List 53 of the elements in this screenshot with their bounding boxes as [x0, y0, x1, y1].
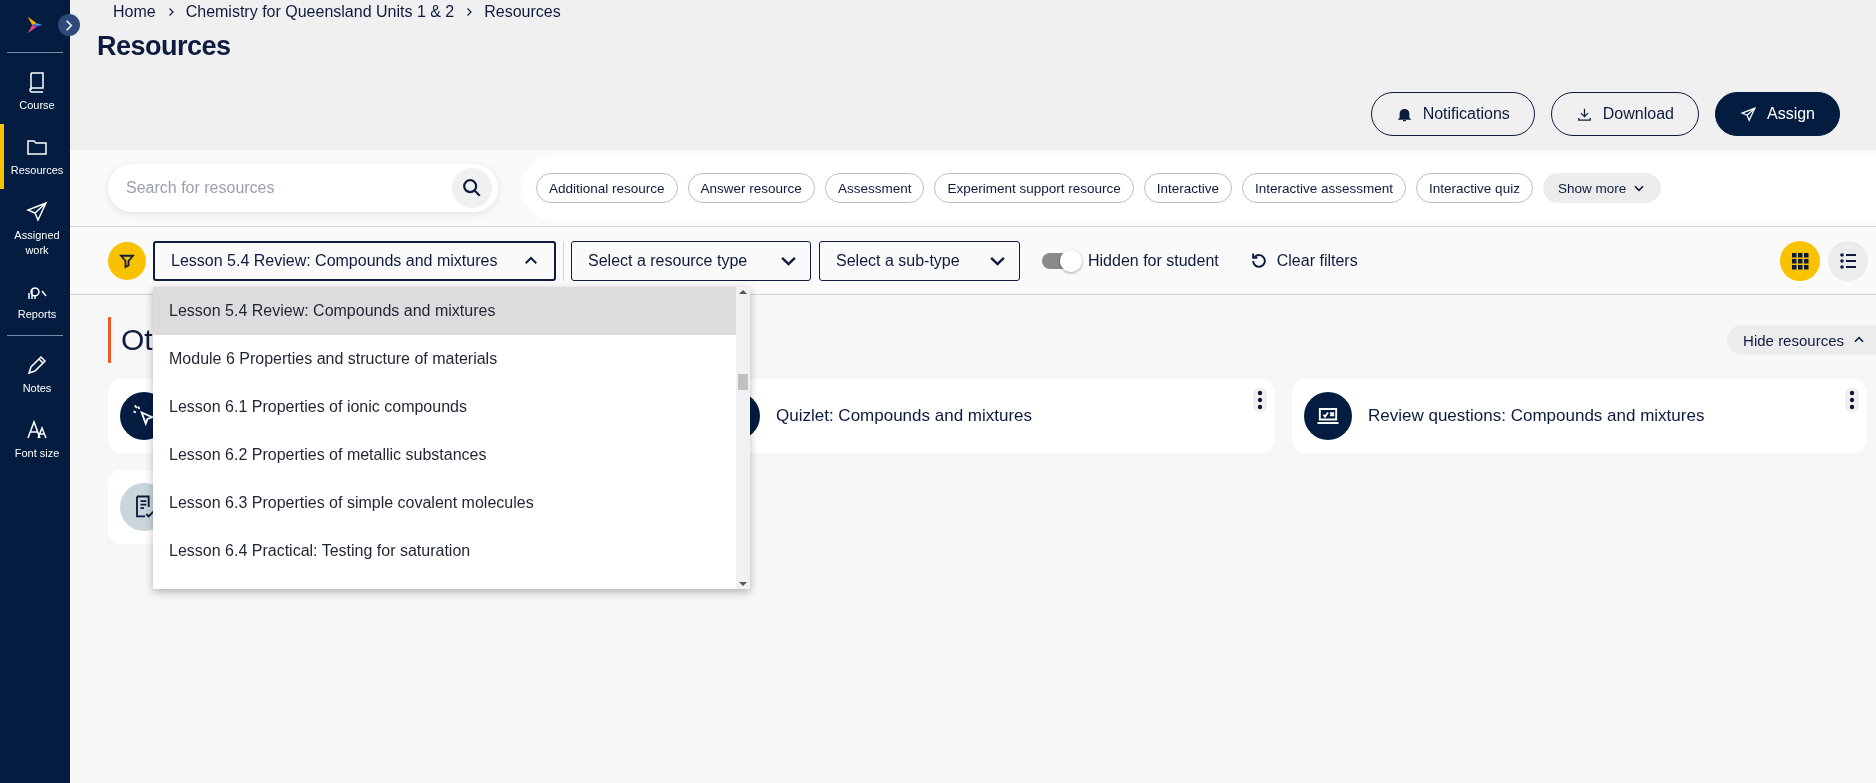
list-icon: [1839, 251, 1857, 270]
sidebar-nav-item[interactable]: Course: [0, 59, 70, 124]
chevron-down-icon: [990, 255, 1005, 266]
chevron-down-icon: [781, 255, 796, 266]
more-options-icon[interactable]: [1845, 387, 1859, 413]
scrollbar-thumb[interactable]: [738, 373, 748, 390]
hide-resources-button[interactable]: Hide resources: [1727, 325, 1876, 355]
page-title: Resources: [97, 31, 232, 62]
filter-chip[interactable]: Assessment: [824, 173, 925, 203]
sidebar-nav-item[interactable]: Assigned work: [0, 188, 70, 269]
filter-chip[interactable]: Additional resource: [536, 173, 678, 203]
filter-chip[interactable]: Interactive assessment: [1242, 173, 1407, 203]
search-bar[interactable]: Search for resources: [108, 164, 498, 212]
scroll-down-icon[interactable]: [739, 581, 747, 586]
resource-type-select[interactable]: Select a resource type: [571, 240, 811, 281]
section-title: Ot: [108, 317, 153, 363]
dropdown-option[interactable]: Lesson 6.4 Practical: Testing for saturation: [153, 526, 736, 575]
breadcrumb-link[interactable]: Chemistry for Queensland Units 1 & 2: [185, 3, 455, 21]
resource-card[interactable]: Review questions: Compounds and mixtures: [1292, 379, 1867, 453]
list-view-button[interactable]: [1828, 240, 1868, 281]
grid-view-button[interactable]: [1780, 240, 1820, 281]
chevron-right-icon: [65, 19, 73, 31]
lesson-select[interactable]: Lesson 5.4 Review: Compounds and mixtures: [153, 240, 556, 281]
breadcrumb-link[interactable]: Home: [113, 3, 156, 21]
sidebar-nav-item[interactable]: Reports: [0, 268, 70, 334]
toggle-label: Hidden for student: [1088, 251, 1219, 270]
expand-sidebar-button[interactable]: [58, 14, 80, 36]
search-icon[interactable]: [452, 168, 492, 208]
paper-plane-icon: [1739, 105, 1757, 123]
breadcrumb-link[interactable]: Resources: [484, 3, 561, 21]
search-field[interactable]: Search for resources: [124, 164, 452, 212]
show-more-button[interactable]: Show more: [1542, 173, 1662, 203]
sidebar-nav-item[interactable]: Notes: [0, 342, 70, 408]
scrollbar[interactable]: [736, 286, 750, 589]
filter-chip[interactable]: Answer resource: [687, 173, 815, 203]
sub-type-select[interactable]: Select a sub-type: [819, 240, 1020, 281]
scroll-up-icon[interactable]: [739, 289, 747, 294]
grid-icon: [1791, 251, 1809, 270]
filter-chip[interactable]: Interactive: [1143, 173, 1233, 203]
clear-filters-button[interactable]: Clear filters: [1248, 250, 1358, 271]
plane-icon: [25, 199, 49, 224]
filter-chip[interactable]: Interactive quiz: [1416, 173, 1533, 203]
filter-icon[interactable]: [108, 241, 146, 280]
dropdown-option[interactable]: Lesson 5.4 Review: Compounds and mixtures: [153, 286, 736, 335]
header-button[interactable]: Assign: [1714, 92, 1840, 136]
filter-chip[interactable]: Experiment support resource: [934, 173, 1134, 203]
more-options-icon[interactable]: [1253, 387, 1267, 413]
toggle-switch[interactable]: [1042, 252, 1080, 269]
resource-title: Quizlet: Compounds and mixtures: [776, 406, 1034, 426]
dropdown-option[interactable]: Lesson 6.3 Properties of simple covalent molecules: [153, 478, 736, 527]
sidebar-nav-item[interactable]: Font size: [0, 407, 70, 472]
resource-title: Review questions: Compounds and mixtures: [1368, 406, 1706, 426]
laptop-checklist-icon: [1304, 392, 1352, 440]
